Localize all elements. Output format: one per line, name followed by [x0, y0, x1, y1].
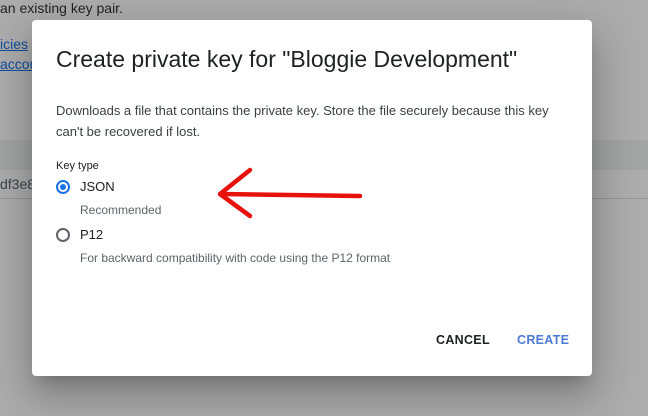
radio-option-p12[interactable]: P12 [56, 227, 103, 242]
radio-hint-p12: For backward compatibility with code usi… [80, 251, 391, 265]
radio-json[interactable] [56, 179, 70, 194]
radio-label-p12: P12 [80, 227, 104, 242]
page: an existing key pair. icies↗ accou df3e8… [0, 0, 648, 416]
dialog-description: Downloads a file that contains the priva… [56, 103, 549, 139]
red-arrow-annotation [217, 167, 363, 219]
radio-p12[interactable] [56, 227, 70, 242]
radio-label-json: JSON [80, 179, 115, 194]
key-type-label: Key type [56, 160, 99, 172]
cancel-button[interactable]: CANCEL [436, 333, 490, 347]
radio-option-json[interactable]: JSON [56, 179, 115, 194]
create-button[interactable]: CREATE [517, 333, 569, 347]
radio-hint-json: Recommended [80, 203, 162, 217]
dialog-title: Create private key for "Bloggie Developm… [56, 46, 518, 72]
